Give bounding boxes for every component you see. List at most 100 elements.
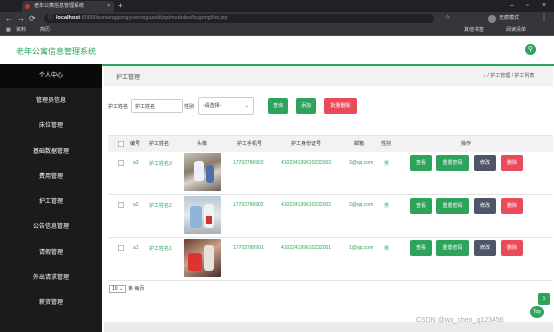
breadcrumb-item[interactable]: 护工管理	[490, 73, 510, 79]
gender-select-value: -请选择-	[203, 103, 222, 109]
row-name[interactable]: 护工姓名2	[149, 202, 172, 209]
user-icon[interactable]: ⚲	[525, 44, 536, 55]
edit-button[interactable]: 修改	[474, 240, 496, 256]
row-gender: 男	[384, 203, 390, 209]
row-idcard: 410224199610232001	[281, 245, 332, 251]
bookmark-other[interactable]: 其他书签	[464, 25, 484, 35]
bookmark-item[interactable]: 简历	[40, 25, 50, 35]
app-title: 老年公寓信息管理系统	[16, 47, 96, 56]
row-idcard: 410224199610232003	[281, 160, 332, 166]
close-window-button[interactable]: ×	[542, 0, 546, 12]
reset-password-button[interactable]: 重置密码	[436, 198, 469, 214]
gender-filter-label: 性别	[184, 104, 195, 110]
row-email: 1@qq.com	[349, 245, 374, 251]
minimize-button[interactable]: –	[510, 0, 514, 12]
search-button[interactable]: 查询	[268, 98, 288, 114]
view-button[interactable]: 查看	[410, 155, 432, 171]
row-id: a3	[133, 160, 139, 166]
bookmark-item[interactable]: 资料	[16, 25, 26, 35]
maximize-button[interactable]: ▫	[526, 0, 528, 12]
table-header	[108, 135, 553, 153]
view-button[interactable]: 查看	[410, 198, 432, 214]
sidebar-item-salary[interactable]: 薪资管理	[0, 291, 102, 315]
bookmark-reading-list[interactable]: 阅读清单	[506, 25, 526, 35]
incognito-icon	[488, 15, 496, 23]
back-button[interactable]: ←	[5, 12, 13, 25]
col-name: 护工姓名	[149, 141, 170, 147]
tab-title: 老年公寓信息管理系统	[34, 3, 85, 9]
sidebar-item-announcements[interactable]: 公告信息管理	[0, 215, 102, 239]
row-checkbox[interactable]	[118, 160, 124, 166]
sidebar-item-fees[interactable]: 费用管理	[0, 165, 102, 189]
home-icon[interactable]: ⌂	[483, 73, 486, 79]
sidebar-item-beds[interactable]: 床位管理	[0, 114, 102, 138]
url-path: :8080/laonianggongyuxinxiguanli/jsp/modu…	[80, 15, 228, 21]
col-gender: 性别	[381, 141, 392, 147]
tab-close-icon[interactable]: ×	[107, 1, 110, 12]
col-idcard: 护工身份证号	[291, 141, 322, 147]
breadcrumb-item: 护工列表	[514, 73, 535, 79]
page-size-suffix: 条 每页	[128, 286, 145, 292]
row-checkbox[interactable]	[118, 245, 124, 251]
edit-button[interactable]: 修改	[474, 198, 496, 214]
browser-tab[interactable]: 老年公寓信息管理系统 ×	[22, 1, 114, 12]
row-checkbox[interactable]	[118, 202, 124, 208]
chevron-down-icon: ⌄	[244, 103, 249, 109]
row-gender: 男	[384, 246, 390, 252]
row-phone: 17703786903	[233, 160, 264, 166]
sidebar-item-leave[interactable]: 请假管理	[0, 241, 102, 265]
new-tab-button[interactable]: +	[118, 0, 123, 12]
url-field[interactable]: ⓘ localhost:8080/laonianggongyuxinxiguan…	[44, 14, 434, 23]
gender-select[interactable]: -请选择- ⌄	[198, 97, 254, 115]
back-to-top-button[interactable]: Top	[530, 306, 544, 318]
reset-password-button[interactable]: 重置密码	[436, 240, 469, 256]
sidebar-item-outing[interactable]: 外出请求管理	[0, 266, 102, 290]
sidebar-item-profile[interactable]: 个人中心	[0, 64, 102, 88]
col-phone: 护工手机号	[237, 141, 263, 147]
reload-button[interactable]: ⟳	[29, 12, 36, 25]
sidebar-item-basic-data[interactable]: 基础数据管理	[0, 140, 102, 164]
apps-icon[interactable]: ▦	[6, 25, 11, 35]
sidebar-item-caregivers[interactable]: 护工管理	[0, 190, 102, 214]
profile-label[interactable]: 无痕模式	[499, 14, 519, 23]
col-email: 邮箱	[354, 141, 365, 147]
view-button[interactable]: 查看	[410, 240, 432, 256]
menu-icon[interactable]: ⋮	[540, 13, 548, 22]
row-name[interactable]: 护工姓名1	[149, 245, 172, 252]
avatar-photo	[184, 153, 221, 191]
row-idcard: 410224199610232002	[281, 202, 332, 208]
col-actions: 操作	[461, 141, 472, 147]
delete-button[interactable]: 删除	[501, 155, 523, 171]
page-badge[interactable]: 1	[538, 293, 550, 305]
delete-button[interactable]: 删除	[501, 240, 523, 256]
name-filter-label: 护工姓名	[108, 104, 129, 110]
delete-button[interactable]: 删除	[501, 198, 523, 214]
row-name[interactable]: 护工姓名3	[149, 160, 172, 167]
url-host: localhost	[56, 15, 81, 21]
add-button[interactable]: 添加	[296, 98, 316, 114]
reset-password-button[interactable]: 重置密码	[436, 155, 469, 171]
forward-button[interactable]: →	[17, 12, 25, 25]
breadcrumb: ⌂ / 护工管理 / 护工列表	[483, 72, 534, 79]
batch-delete-button[interactable]: 批量删除	[324, 98, 357, 114]
info-icon[interactable]: ⓘ	[48, 14, 54, 23]
select-all-checkbox[interactable]	[118, 141, 124, 147]
page-size-value: 10	[112, 286, 118, 292]
star-icon[interactable]: ☆	[445, 14, 450, 21]
name-filter-input[interactable]: 护工姓名	[131, 99, 183, 113]
row-email: 2@qq.com	[349, 202, 374, 208]
avatar-photo	[184, 196, 221, 234]
col-id: 编号	[130, 141, 141, 147]
sidebar: 个人中心 管理员信息 床位管理 基础数据管理 费用管理 护工管理 公告信息管理 …	[0, 64, 102, 332]
sidebar-item-admin[interactable]: 管理员信息	[0, 89, 102, 113]
watermark: CSDN @wx_chen_q123456	[416, 317, 504, 324]
row-phone: 17703786901	[233, 245, 264, 251]
row-phone: 17703786902	[233, 202, 264, 208]
edit-button[interactable]: 修改	[474, 155, 496, 171]
pager: 10 ⌄ 条 每页	[109, 285, 145, 293]
row-gender: 男	[384, 161, 390, 167]
page-size-select[interactable]: 10 ⌄	[109, 285, 127, 293]
col-avatar: 头像	[197, 141, 208, 147]
breadcrumb-separator: /	[487, 73, 489, 79]
row-id: a2	[133, 202, 139, 208]
